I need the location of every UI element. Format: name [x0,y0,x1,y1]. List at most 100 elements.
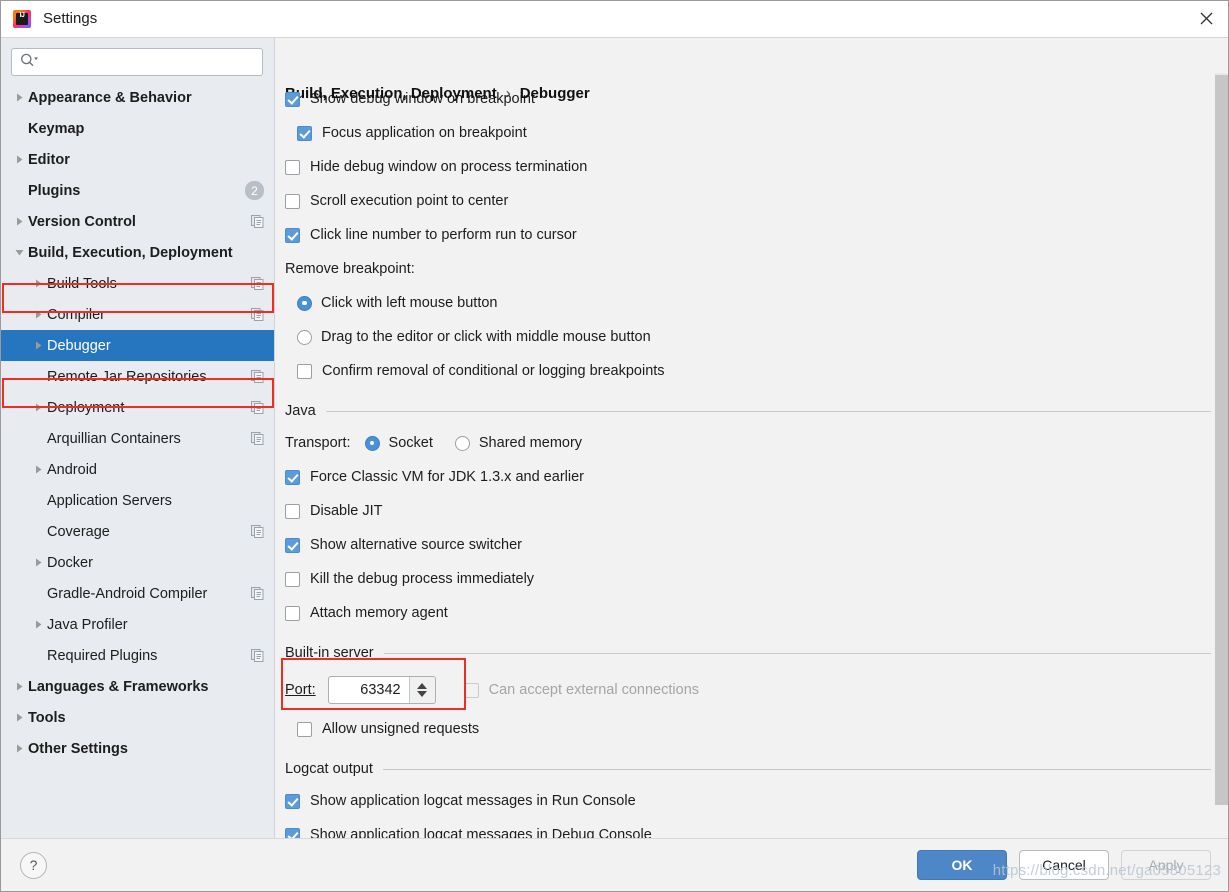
sidebar-item-plugins[interactable]: Plugins 2 [0,175,274,206]
chevron-right-icon[interactable] [29,465,47,474]
stepper-up-icon[interactable] [417,683,428,689]
sidebar-item-other-settings[interactable]: Other Settings [0,733,274,764]
cancel-button[interactable]: Cancel [1019,850,1109,880]
allow-unsigned-checkbox[interactable] [297,721,312,737]
chevron-right-icon[interactable] [10,155,28,164]
disable-jit-checkbox[interactable] [285,503,300,519]
confirm-removal-checkbox[interactable] [297,363,312,379]
attach-memory-agent-checkbox[interactable] [285,605,300,621]
show-alternative-source-switcher-checkbox[interactable] [285,537,300,553]
drag-to-the-editor-or-click-with-middle--row[interactable]: Drag to the editor or click with middle … [285,320,1229,354]
search-input[interactable] [39,53,262,71]
hide-debug-window-on-process-termination-checkbox[interactable] [285,159,300,175]
chevron-down-icon[interactable] [10,248,28,257]
kill-the-debug-process-immediately-row[interactable]: Kill the debug process immediately [285,562,1229,596]
scrollbar-thumb[interactable] [1215,73,1228,805]
chevron-right-icon[interactable] [10,93,28,102]
sidebar-item-gradle-android-compiler[interactable]: Gradle-Android Compiler [0,578,274,609]
close-icon[interactable] [1183,0,1229,37]
chevron-right-icon[interactable] [29,279,47,288]
drag-to-the-editor-or-click-with-middle--radio[interactable] [297,329,312,345]
sidebar-item-deployment[interactable]: Deployment [0,392,274,423]
click-with-left-mouse-button-row[interactable]: Click with left mouse button [285,286,1229,320]
chevron-right-icon[interactable] [10,217,28,226]
sidebar-item-compiler[interactable]: Compiler [0,299,274,330]
copy-settings-icon[interactable] [251,308,264,321]
disable-jit-row[interactable]: Disable JIT [285,494,1229,528]
scroll-execution-point-to-center-checkbox[interactable] [285,193,300,209]
show-alternative-source-switcher-row[interactable]: Show alternative source switcher [285,528,1229,562]
transport-socket-radio[interactable] [364,435,380,451]
port-stepper-buttons[interactable] [408,677,435,703]
show-application-logcat-messages-in-debu-row[interactable]: Show application logcat messages in Debu… [285,818,1229,838]
chevron-right-icon[interactable] [10,744,28,753]
force-classic-vm-for-jdk-1-3-x-and-earli-label: Force Classic VM for JDK 1.3.x and earli… [310,469,584,485]
click-with-left-mouse-button-radio[interactable] [297,295,312,311]
sidebar-item-coverage[interactable]: Coverage [0,516,274,547]
copy-settings-icon[interactable] [251,649,264,662]
copy-settings-icon[interactable] [251,401,264,414]
allow-unsigned-row[interactable]: Allow unsigned requests [285,712,1229,746]
copy-settings-icon[interactable] [251,587,264,600]
chevron-right-icon[interactable] [29,620,47,629]
stepper-down-icon[interactable] [417,691,428,697]
sidebar-item-arquillian-containers[interactable]: Arquillian Containers [0,423,274,454]
click-line-number-to-perform-run-to-curs-checkbox[interactable] [285,227,300,243]
port-spinner[interactable] [327,676,436,704]
sidebar-item-keymap[interactable]: Keymap [0,113,274,144]
help-button[interactable]: ? [20,851,47,879]
chevron-right-icon[interactable] [10,682,28,691]
port-row[interactable]: Port: Can accept external connections [281,658,1229,712]
show-debug-window-on-breakpoint-checkbox[interactable] [285,91,300,107]
force-classic-vm-for-jdk-1-3-x-and-earli-row[interactable]: Force Classic VM for JDK 1.3.x and earli… [285,460,1229,494]
sidebar-item-tools[interactable]: Tools [0,702,274,733]
attach-memory-agent-row[interactable]: Attach memory agent [285,596,1229,630]
chevron-right-icon[interactable] [29,341,47,350]
sidebar-item-appearance-behavior[interactable]: Appearance & Behavior [0,82,274,113]
chevron-right-icon[interactable] [29,403,47,412]
copy-settings-icon[interactable] [251,525,264,538]
copy-settings-icon[interactable] [251,277,264,290]
focus-application-on-breakpoint-row[interactable]: Focus application on breakpoint [285,116,1229,150]
sidebar-item-build-execution-deployment[interactable]: Build, Execution, Deployment [0,237,274,268]
sidebar-item-android[interactable]: Android [0,454,274,485]
sidebar-item-debugger[interactable]: Debugger [0,330,274,361]
show-application-logcat-messages-in-run--row[interactable]: Show application logcat messages in Run … [285,784,1229,818]
sidebar-item-java-profiler[interactable]: Java Profiler [0,609,274,640]
hide-debug-window-on-process-termination-row[interactable]: Hide debug window on process termination [285,150,1229,184]
copy-settings-icon[interactable] [251,370,264,383]
remove-breakpoint-label-row: Remove breakpoint: [285,252,1229,286]
chevron-right-icon[interactable] [29,310,47,319]
port-input[interactable] [328,677,409,703]
focus-application-on-breakpoint-checkbox[interactable] [297,125,312,141]
category-list[interactable]: Appearance & Behavior Keymap Editor Plugins… [0,82,274,764]
settings-category-tree[interactable]: Appearance & Behavior Keymap Editor Plugins… [0,38,275,838]
sidebar-item-label: Arquillian Containers [47,430,181,447]
content-vertical-scrollbar[interactable] [1214,38,1229,838]
sidebar-item-docker[interactable]: Docker [0,547,274,578]
search-box[interactable] [11,48,263,76]
transport-shared-memory-radio[interactable] [454,435,470,451]
force-classic-vm-for-jdk-1-3-x-and-earli-checkbox[interactable] [285,469,300,485]
copy-settings-icon[interactable] [251,432,264,445]
confirm-removal-row[interactable]: Confirm removal of conditional or loggin… [285,354,1229,388]
chevron-right-icon[interactable] [29,558,47,567]
remove-breakpoint-radio-group[interactable]: Click with left mouse button Drag to the … [285,286,1229,354]
sidebar-item-version-control[interactable]: Version Control [0,206,274,237]
sidebar-item-build-tools[interactable]: Build Tools [0,268,274,299]
ok-button[interactable]: OK [917,850,1007,880]
sidebar-item-application-servers[interactable]: Application Servers [0,485,274,516]
click-line-number-to-perform-run-to-curs-row[interactable]: Click line number to perform run to curs… [285,218,1229,252]
copy-settings-icon[interactable] [251,215,264,228]
scroll-execution-point-to-center-row[interactable]: Scroll execution point to center [285,184,1229,218]
sidebar-item-editor[interactable]: Editor [0,144,274,175]
show-application-logcat-messages-in-run--checkbox[interactable] [285,793,300,809]
sidebar-item-required-plugins[interactable]: Required Plugins [0,640,274,671]
can-accept-external-checkbox[interactable] [463,682,479,698]
show-application-logcat-messages-in-debu-checkbox[interactable] [285,827,300,838]
transport-row[interactable]: Transport: Socket Shared memory [285,426,1229,460]
kill-the-debug-process-immediately-checkbox[interactable] [285,571,300,587]
chevron-right-icon[interactable] [10,713,28,722]
sidebar-item-remote-jar-repositories[interactable]: Remote Jar Repositories [0,361,274,392]
sidebar-item-languages-frameworks[interactable]: Languages & Frameworks [0,671,274,702]
